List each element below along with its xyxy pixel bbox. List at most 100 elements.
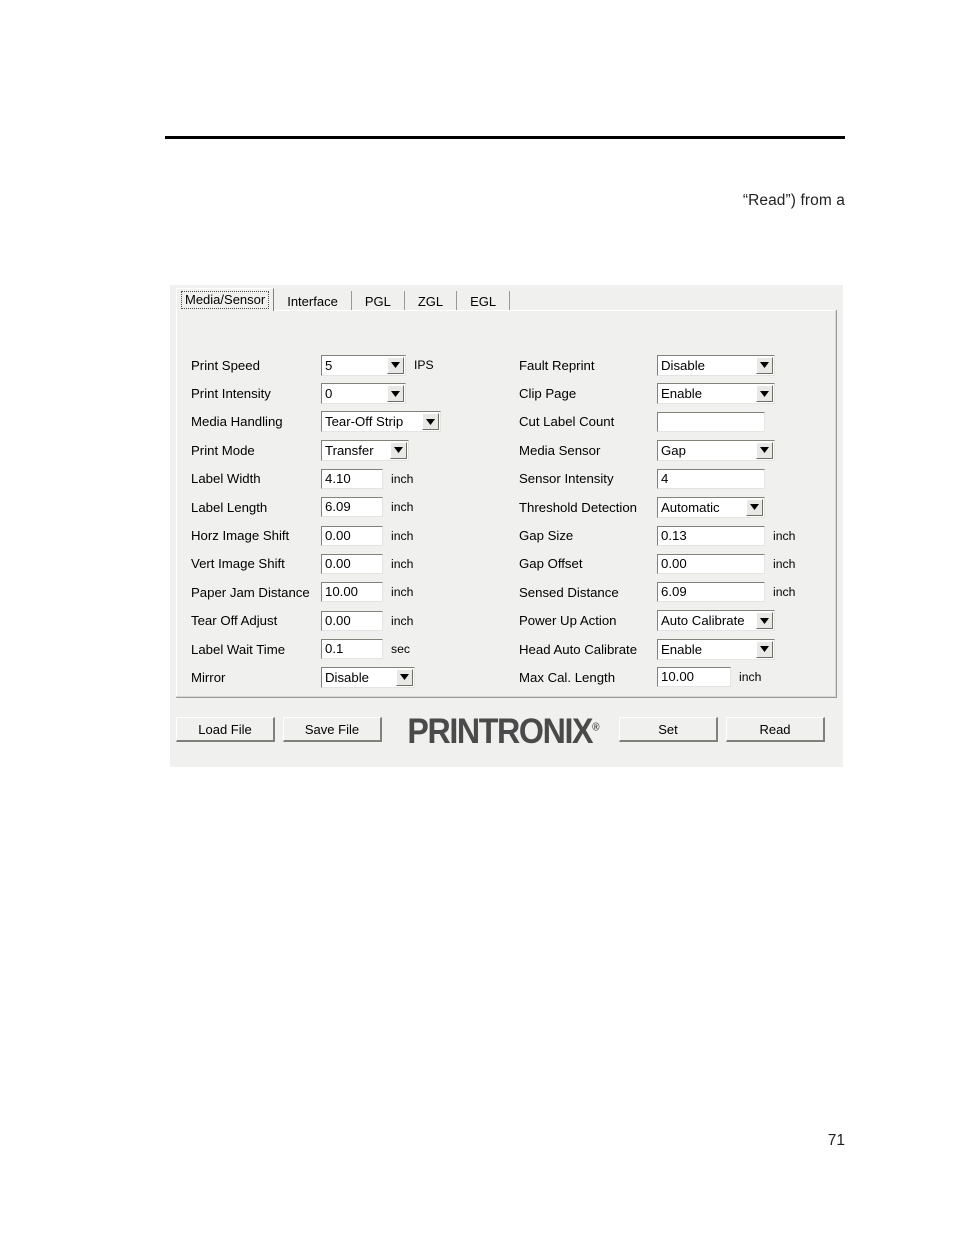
combo-clip-page[interactable]: Enable (657, 383, 775, 405)
combo-print-intensity[interactable]: 0 (321, 383, 406, 405)
field-row-power-up-action: Power Up Action Auto Calibrate (519, 607, 829, 635)
field-row-horz-image-shift: Horz Image Shift 0.00 inch (191, 521, 481, 549)
media-sensor-panel: Print Speed 5 IPS Print Intensity 0 Media Han… (176, 310, 837, 698)
label-threshold-detection: Threshold Detection (519, 499, 638, 515)
label-gap-size: Gap Size (519, 528, 574, 544)
field-row-label-length: Label Length 6.09 inch (191, 493, 481, 521)
combo-media-sensor[interactable]: Gap (657, 439, 775, 461)
right-field-column: Fault Reprint Disable Clip Page Enable Cut L… (519, 351, 829, 692)
save-file-button[interactable]: Save File (283, 717, 382, 742)
unit-max-cal-length: inch (739, 670, 762, 685)
page-header-rule (165, 136, 845, 139)
field-row-max-cal-length: Max Cal. Length 10.00 inch (519, 663, 829, 691)
chevron-down-icon[interactable] (387, 356, 404, 374)
set-button[interactable]: Set (619, 717, 718, 742)
field-row-fault-reprint: Fault Reprint Disable (519, 351, 829, 379)
page-body-text: “Read”) from a (742, 192, 845, 209)
field-row-print-mode: Print Mode Transfer (191, 436, 481, 464)
chevron-down-icon[interactable] (387, 385, 404, 403)
combo-value-print-speed: 5 (325, 357, 333, 373)
chevron-down-icon[interactable] (422, 413, 439, 431)
label-vert-image-shift: Vert Image Shift (191, 556, 285, 572)
chevron-down-icon[interactable] (756, 356, 773, 374)
combo-value-media-sensor: Gap (661, 442, 686, 458)
label-gap-offset: Gap Offset (519, 556, 583, 572)
chevron-down-icon[interactable] (746, 498, 763, 516)
tab-zgl[interactable]: ZGL (404, 291, 458, 311)
combo-print-mode[interactable]: Transfer (321, 439, 409, 461)
unit-print-speed: IPS (414, 358, 434, 373)
field-row-gap-size: Gap Size 0.13 inch (519, 521, 829, 549)
label-head-auto-calibrate: Head Auto Calibrate (519, 641, 638, 657)
unit-paper-jam-distance: inch (391, 585, 414, 600)
label-clip-page: Clip Page (519, 386, 577, 402)
field-row-sensor-intensity: Sensor Intensity 4 (519, 465, 829, 493)
label-tear-off-adjust: Tear Off Adjust (191, 613, 278, 629)
unit-horz-image-shift: inch (391, 528, 414, 543)
field-row-print-intensity: Print Intensity 0 (191, 379, 481, 407)
tab-media-sensor[interactable]: Media/Sensor (176, 288, 275, 311)
field-row-label-width: Label Width 4.10 inch (191, 465, 481, 493)
chevron-down-icon[interactable] (756, 640, 773, 658)
field-row-sensed-distance: Sensed Distance 6.09 inch (519, 578, 829, 606)
input-tear-off-adjust[interactable]: 0.00 (321, 610, 383, 631)
input-vert-image-shift[interactable]: 0.00 (321, 553, 383, 574)
chevron-down-icon[interactable] (756, 385, 773, 403)
input-cut-label-count[interactable] (657, 411, 765, 432)
input-horz-image-shift[interactable]: 0.00 (321, 525, 383, 546)
combo-media-handling[interactable]: Tear-Off Strip (321, 411, 441, 433)
combo-value-threshold-detection: Automatic (661, 499, 720, 515)
combo-power-up-action[interactable]: Auto Calibrate (657, 610, 775, 632)
combo-head-auto-calibrate[interactable]: Enable (657, 638, 775, 660)
chevron-down-icon[interactable] (756, 441, 773, 459)
tab-interface[interactable]: Interface (274, 291, 352, 311)
combo-print-speed[interactable]: 5 (321, 354, 406, 376)
label-label-width: Label Width (191, 471, 261, 487)
tab-pgl[interactable]: PGL (351, 291, 405, 311)
input-gap-offset[interactable]: 0.00 (657, 553, 765, 574)
label-media-handling: Media Handling (191, 414, 283, 430)
field-row-paper-jam-distance: Paper Jam Distance 10.00 inch (191, 578, 481, 606)
unit-vert-image-shift: inch (391, 556, 414, 571)
combo-value-media-handling: Tear-Off Strip (325, 414, 404, 430)
combo-value-mirror: Disable (325, 669, 369, 685)
combo-value-print-intensity: 0 (325, 386, 333, 402)
label-max-cal-length: Max Cal. Length (519, 669, 616, 685)
field-row-head-auto-calibrate: Head Auto Calibrate Enable (519, 635, 829, 663)
load-file-button[interactable]: Load File (176, 717, 275, 742)
combo-threshold-detection[interactable]: Automatic (657, 496, 765, 518)
combo-fault-reprint[interactable]: Disable (657, 354, 775, 376)
chevron-down-icon[interactable] (756, 612, 773, 630)
input-label-width[interactable]: 4.10 (321, 468, 383, 489)
input-label-wait-time[interactable]: 0.1 (321, 639, 383, 660)
label-fault-reprint: Fault Reprint (519, 357, 595, 373)
label-sensor-intensity: Sensor Intensity (519, 471, 614, 487)
input-max-cal-length[interactable]: 10.00 (657, 667, 731, 688)
combo-mirror[interactable]: Disable (321, 666, 415, 688)
input-paper-jam-distance[interactable]: 10.00 (321, 582, 383, 603)
registered-trademark-icon: ® (591, 720, 600, 733)
input-sensor-intensity[interactable]: 4 (657, 468, 765, 489)
label-mirror: Mirror (191, 669, 226, 685)
label-print-mode: Print Mode (191, 442, 255, 458)
chevron-down-icon[interactable] (396, 668, 413, 686)
label-print-intensity: Print Intensity (191, 386, 271, 402)
input-sensed-distance[interactable]: 6.09 (657, 582, 765, 603)
label-media-sensor: Media Sensor (519, 442, 601, 458)
field-row-media-handling: Media Handling Tear-Off Strip (191, 408, 481, 436)
unit-label-width: inch (391, 471, 414, 486)
chevron-down-icon[interactable] (390, 441, 407, 459)
unit-label-length: inch (391, 500, 414, 515)
printronix-logo: PRINTRONIX® (394, 711, 612, 751)
read-button[interactable]: Read (726, 717, 825, 742)
input-gap-size[interactable]: 0.13 (657, 525, 765, 546)
tab-egl[interactable]: EGL (457, 291, 511, 311)
tab-label: ZGL (417, 293, 444, 309)
page-number: 71 (827, 1132, 845, 1149)
field-row-cut-label-count: Cut Label Count (519, 408, 829, 436)
combo-value-power-up-action: Auto Calibrate (661, 613, 745, 629)
input-label-length[interactable]: 6.09 (321, 497, 383, 518)
label-power-up-action: Power Up Action (519, 613, 617, 629)
unit-label-wait-time: sec (391, 642, 410, 657)
field-row-threshold-detection: Threshold Detection Automatic (519, 493, 829, 521)
